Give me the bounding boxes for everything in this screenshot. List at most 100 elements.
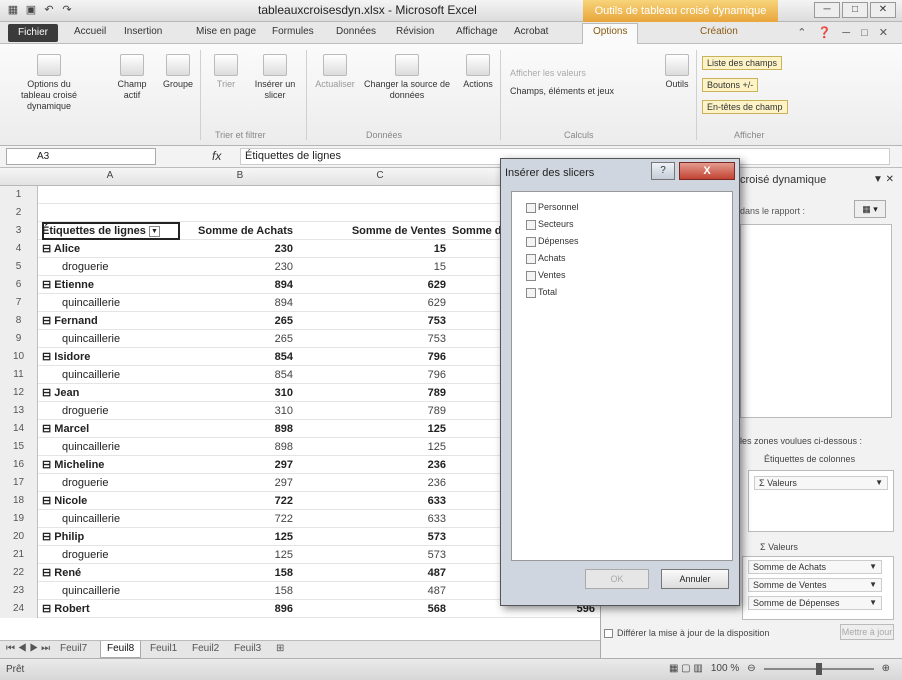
sheet-tab[interactable]: Feuil1 xyxy=(150,643,177,654)
row-labels-header-cell[interactable]: Étiquettes de lignes ▼ xyxy=(42,222,180,240)
actions-button[interactable]: Actions xyxy=(458,54,498,90)
sum-sales-cell[interactable]: 125 xyxy=(300,438,450,456)
category-cell[interactable]: quincaillerie xyxy=(42,366,180,384)
person-cell[interactable]: ⊟ Robert xyxy=(42,600,180,618)
pivot-options-button[interactable]: Options du tableau croisé dynamique xyxy=(14,54,84,112)
chevron-down-icon[interactable]: ▼ xyxy=(869,597,877,609)
row-number[interactable]: 13 xyxy=(0,402,38,420)
sum-purchases-cell[interactable]: 310 xyxy=(180,402,297,420)
sum-sales-cell[interactable]: 633 xyxy=(300,492,450,510)
category-cell[interactable]: quincaillerie xyxy=(42,438,180,456)
ok-button[interactable]: OK xyxy=(585,569,649,589)
row-number[interactable]: 8 xyxy=(0,312,38,330)
sum-sales-cell[interactable]: 796 xyxy=(300,366,450,384)
close-window-icon[interactable]: ✕ xyxy=(870,2,896,18)
row-number[interactable]: 3 xyxy=(0,222,38,240)
checkbox-icon[interactable] xyxy=(526,202,536,213)
checkbox-icon[interactable] xyxy=(526,270,536,281)
tab-insert[interactable]: Insertion xyxy=(124,26,162,37)
row-number[interactable]: 21 xyxy=(0,546,38,564)
slicer-field-achats[interactable]: Achats xyxy=(526,253,566,264)
column-header-b[interactable]: B xyxy=(220,170,260,181)
defer-update-checkbox[interactable]: Différer la mise à jour de la dispositio… xyxy=(604,628,769,639)
sheet-nav-arrows-icon[interactable]: ⏮ ◀ ▶ ⏭ xyxy=(6,643,50,654)
checkbox-icon[interactable] xyxy=(526,236,536,247)
column-header-a[interactable]: A xyxy=(90,170,130,181)
sum-sales-cell[interactable]: 15 xyxy=(300,258,450,276)
slicer-field-depenses[interactable]: Dépenses xyxy=(526,236,579,247)
filter-dropdown-icon[interactable]: ▼ xyxy=(148,225,160,237)
slicer-field-total[interactable]: Total xyxy=(526,287,557,298)
field-list-box[interactable] xyxy=(740,224,892,418)
slicer-field-secteurs[interactable]: Secteurs xyxy=(526,219,574,230)
collapse-icon[interactable]: ⊟ xyxy=(42,315,54,327)
checkbox-icon[interactable] xyxy=(604,629,613,639)
row-number[interactable]: 14 xyxy=(0,420,38,438)
row-number[interactable]: 12 xyxy=(0,384,38,402)
row-number[interactable]: 24 xyxy=(0,600,38,618)
tab-file[interactable]: Fichier xyxy=(8,24,58,42)
value-field-item[interactable]: Somme de Achats ▼ xyxy=(748,560,882,574)
chevron-down-icon[interactable]: ▼ xyxy=(875,477,883,489)
sort-button[interactable]: Trier xyxy=(204,54,248,90)
view-mode-icons[interactable]: ▦ ▢ ▥ xyxy=(669,663,703,674)
sum-sales-cell[interactable]: 487 xyxy=(300,564,450,582)
show-values-as-button[interactable]: Afficher les valeurs xyxy=(510,68,586,78)
person-cell[interactable]: ⊟ Jean xyxy=(42,384,180,402)
sum-sales-cell[interactable]: 633 xyxy=(300,510,450,528)
sum-purchases-cell[interactable]: 896 xyxy=(180,600,297,618)
tab-page-layout[interactable]: Mise en page xyxy=(196,26,256,37)
row-number[interactable]: 23 xyxy=(0,582,38,600)
change-source-button[interactable]: Changer la source de données xyxy=(362,54,452,101)
person-cell[interactable]: ⊟ Isidore xyxy=(42,348,180,366)
close-icon[interactable]: X xyxy=(679,162,735,180)
person-cell[interactable]: ⊟ Micheline xyxy=(42,456,180,474)
update-button[interactable]: Mettre à jour xyxy=(840,624,894,640)
checkbox-icon[interactable] xyxy=(526,253,536,264)
row-number[interactable]: 2 xyxy=(0,204,38,222)
value-field-item[interactable]: Somme de Ventes ▼ xyxy=(748,578,882,592)
sum-sales-cell[interactable]: 753 xyxy=(300,330,450,348)
sum-purchases-cell[interactable]: 125 xyxy=(180,528,297,546)
collapse-icon[interactable]: ⊟ xyxy=(42,603,54,615)
sum-sales-cell[interactable]: 15 xyxy=(300,240,450,258)
person-cell[interactable]: ⊟ Fernand xyxy=(42,312,180,330)
sum-purchases-cell[interactable]: 158 xyxy=(180,582,297,600)
zoom-out-icon[interactable]: ⊖ xyxy=(747,663,755,674)
sum-sales-cell[interactable]: 236 xyxy=(300,474,450,492)
pane-close-icon[interactable]: ▼ ✕ xyxy=(873,174,894,185)
pane-layout-icon[interactable]: ▦ ▾ xyxy=(854,200,886,218)
values-column-field[interactable]: Σ Valeurs ▼ xyxy=(754,476,888,490)
collapse-icon[interactable]: ⊟ xyxy=(42,351,54,363)
person-cell[interactable]: ⊟ Etienne xyxy=(42,276,180,294)
sum-sales-cell[interactable]: 125 xyxy=(300,420,450,438)
value-field-item[interactable]: Somme de Dépenses ▼ xyxy=(748,596,882,610)
sum-sales-cell[interactable]: 573 xyxy=(300,528,450,546)
sum-purchases-cell[interactable]: 854 xyxy=(180,366,297,384)
sum-purchases-cell[interactable]: 297 xyxy=(180,456,297,474)
tab-review[interactable]: Révision xyxy=(396,26,434,37)
zoom-level[interactable]: 100 % xyxy=(711,663,739,674)
sum-purchases-cell[interactable]: 898 xyxy=(180,420,297,438)
person-cell[interactable]: ⊟ Alice xyxy=(42,240,180,258)
minimize-icon[interactable]: ─ xyxy=(814,2,840,18)
sum-sales-cell[interactable]: 753 xyxy=(300,312,450,330)
collapse-icon[interactable]: ⊟ xyxy=(42,567,54,579)
tab-design[interactable]: Création xyxy=(700,26,738,37)
name-box[interactable]: A3 xyxy=(6,148,156,165)
save-icon[interactable]: ▣ xyxy=(24,3,38,17)
tab-options[interactable]: Options xyxy=(582,23,639,44)
row-number[interactable]: 16 xyxy=(0,456,38,474)
sum-sales-cell[interactable]: 629 xyxy=(300,294,450,312)
fields-items-sets-button[interactable]: Champs, éléments et jeux xyxy=(510,86,614,96)
tab-acrobat[interactable]: Acrobat xyxy=(514,26,548,37)
sum-purchases-cell[interactable]: 310 xyxy=(180,384,297,402)
sum-purchases-cell[interactable]: 158 xyxy=(180,564,297,582)
buttons-toggle[interactable]: Boutons +/- xyxy=(702,78,759,92)
category-cell[interactable]: quincaillerie xyxy=(42,510,180,528)
collapse-icon[interactable]: ⊟ xyxy=(42,279,54,291)
sum-purchases-cell[interactable]: 125 xyxy=(180,546,297,564)
sum-purchases-cell[interactable]: 297 xyxy=(180,474,297,492)
slicer-field-ventes[interactable]: Ventes xyxy=(526,270,566,281)
sheet-tab[interactable]: Feuil2 xyxy=(192,643,219,654)
